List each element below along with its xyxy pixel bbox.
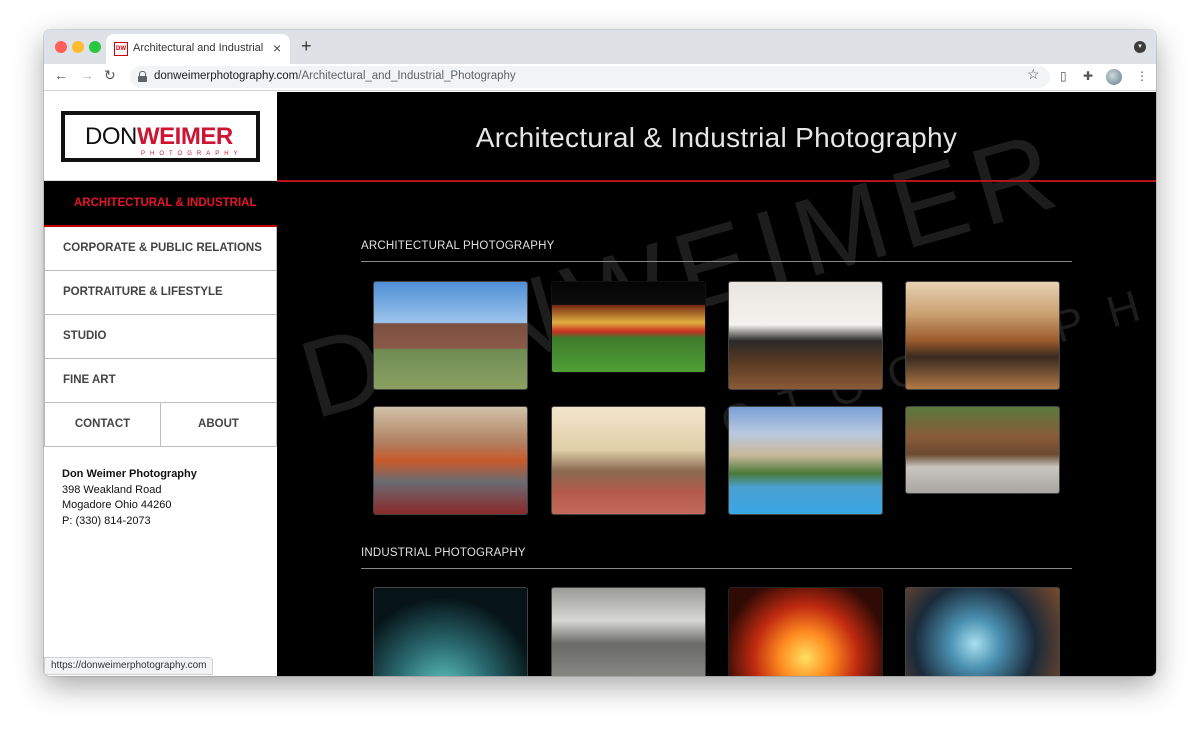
- minimize-window-icon[interactable]: [72, 41, 84, 53]
- nav-item-label: PORTRAITURE & LIFESTYLE: [63, 286, 223, 298]
- photo-thumbnail[interactable]: [905, 587, 1060, 676]
- main-content: DONWEIMER PHOTOGRAPHY Architectural & In…: [277, 92, 1156, 676]
- photo-thumbnail[interactable]: [905, 281, 1060, 390]
- nav-item-architectural-industrial[interactable]: ARCHITECTURAL & INDUSTRIAL: [44, 181, 277, 227]
- new-tab-icon[interactable]: +: [301, 36, 312, 57]
- url-path: /Architectural_and_Industrial_Photograph…: [298, 70, 516, 82]
- browser-tab[interactable]: DW Architectural and Industrial Photogra…: [106, 34, 290, 64]
- menu-icon[interactable]: ⋮: [1136, 69, 1148, 83]
- maximize-window-icon[interactable]: [89, 41, 101, 53]
- lock-icon: [138, 71, 147, 82]
- forward-icon[interactable]: →: [80, 67, 94, 83]
- tab-bar: DW Architectural and Industrial Photogra…: [44, 30, 1156, 64]
- address-bar[interactable]: donweimerphotography.com/Architectural_a…: [130, 66, 1050, 88]
- back-icon[interactable]: ←: [54, 67, 68, 83]
- browser-window: DW Architectural and Industrial Photogra…: [44, 30, 1156, 676]
- phone-number: P: (330) 814-2073: [62, 514, 151, 527]
- section-divider: [361, 261, 1072, 262]
- photo-thumbnail[interactable]: [728, 406, 883, 515]
- photo-thumbnail[interactable]: [728, 281, 883, 390]
- bookmark-star-icon[interactable]: ☆: [1027, 66, 1040, 83]
- close-window-icon[interactable]: [55, 41, 67, 53]
- close-tab-icon[interactable]: ×: [273, 40, 281, 56]
- city-address: Mogadore Ohio 44260: [62, 499, 172, 511]
- nav-item-label: CORPORATE & PUBLIC RELATIONS: [63, 242, 262, 254]
- page-title: Architectural & Industrial Photography: [475, 122, 958, 153]
- nav-item-contact[interactable]: CONTACT: [44, 403, 161, 447]
- logo-area: DON WEIMER PHOTOGRAPHY: [44, 92, 277, 181]
- status-bar: https://donweimerphotography.com: [44, 657, 214, 675]
- browser-toolbar: ← → ↻ donweimerphotography.com/Architect…: [44, 64, 1156, 91]
- nav-item-portraiture[interactable]: PORTRAITURE & LIFESTYLE: [44, 271, 277, 315]
- sidebar: DON WEIMER PHOTOGRAPHY ARCHITECTURAL & I…: [44, 92, 277, 676]
- watermark-logo: DONWEIMER: [287, 107, 1078, 443]
- nav-item-label: CONTACT: [74, 418, 131, 430]
- business-name: Don Weimer Photography: [62, 468, 197, 480]
- logo-subtitle: PHOTOGRAPHY: [141, 151, 243, 157]
- profile-avatar[interactable]: [1106, 69, 1122, 85]
- nav-item-label: STUDIO: [63, 330, 107, 342]
- nav-item-label: ARCHITECTURAL & INDUSTRIAL: [74, 197, 257, 209]
- nav-item-corporate[interactable]: CORPORATE & PUBLIC RELATIONS: [44, 227, 277, 271]
- reload-icon[interactable]: ↻: [104, 67, 116, 84]
- title-divider: [277, 180, 1156, 182]
- nav-item-fine-art[interactable]: FINE ART: [44, 359, 277, 403]
- photo-thumbnail[interactable]: [551, 587, 706, 676]
- url-host: donweimerphotography.com: [154, 70, 299, 82]
- section-heading-architectural: ARCHITECTURAL PHOTOGRAPHY: [361, 240, 555, 252]
- url-text: donweimerphotography.com/Architectural_a…: [154, 70, 516, 82]
- photo-thumbnail[interactable]: [373, 281, 528, 390]
- logo-don: DON: [85, 123, 137, 150]
- tab-title: Architectural and Industrial Photography: [133, 42, 267, 54]
- section-heading-industrial: INDUSTRIAL PHOTOGRAPHY: [361, 547, 526, 559]
- street-address: 398 Weakland Road: [62, 483, 162, 496]
- section-divider: [361, 568, 1072, 569]
- extensions-icon[interactable]: ✚: [1083, 69, 1093, 83]
- photo-thumbnail[interactable]: [551, 406, 706, 515]
- photo-thumbnail[interactable]: [373, 406, 528, 515]
- photo-thumbnail[interactable]: [551, 281, 706, 373]
- photo-thumbnail[interactable]: [728, 587, 883, 676]
- contact-address: Don Weimer Photography 398 Weakland Road…: [62, 467, 197, 529]
- nav-item-about[interactable]: ABOUT: [160, 403, 277, 447]
- favicon-icon: DW: [114, 42, 128, 56]
- photo-thumbnail[interactable]: [373, 587, 528, 676]
- device-icon[interactable]: ▯: [1060, 69, 1067, 83]
- photo-thumbnail[interactable]: [905, 406, 1060, 494]
- site-logo[interactable]: DON WEIMER PHOTOGRAPHY: [61, 111, 260, 162]
- logo-weimer: WEIMER: [137, 123, 233, 150]
- nav-item-label: FINE ART: [63, 374, 116, 386]
- tab-search-icon[interactable]: ▾: [1134, 41, 1146, 53]
- nav-item-studio[interactable]: STUDIO: [44, 315, 277, 359]
- nav-item-label: ABOUT: [198, 418, 239, 430]
